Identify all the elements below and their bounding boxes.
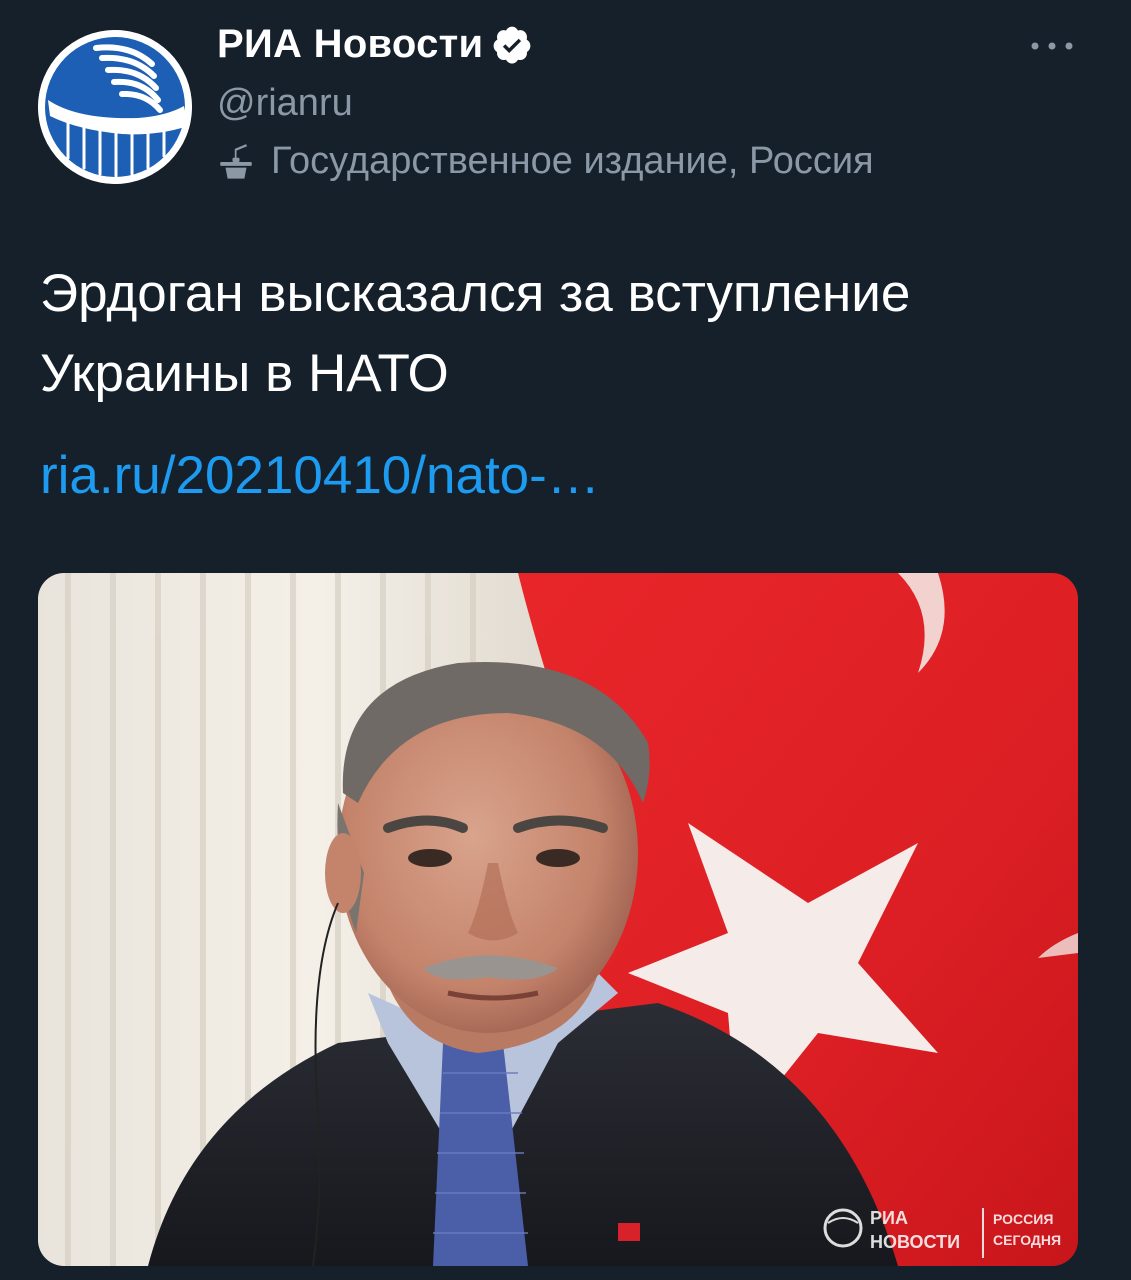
state-media-label-text: Государственное издание, Россия [271, 140, 874, 182]
more-options-icon[interactable] [1028, 36, 1076, 56]
tweet-text-line: Украины в НАТО [40, 344, 449, 403]
display-name-text: РИА Новости [217, 22, 484, 66]
tweet-text-line: Эрдоган высказался за вступление [40, 264, 911, 323]
verified-badge-icon [494, 26, 531, 64]
photo-erdogan-icon: РИА НОВОСТИ РОССИЯ СЕГОДНЯ [38, 573, 1078, 1266]
watermark-ria: РИА [870, 1208, 908, 1228]
tweet-text: Эрдоган высказался за вступление Украины… [40, 254, 1100, 414]
watermark-novosti: НОВОСТИ [870, 1232, 960, 1252]
ria-novosti-logo-icon [38, 30, 192, 184]
avatar[interactable] [38, 30, 192, 184]
watermark-segodnya: СЕГОДНЯ [993, 1232, 1061, 1248]
watermark-rossiya: РОССИЯ [993, 1211, 1053, 1227]
tweet[interactable]: РИА Новости @rianru Государственное изда… [0, 0, 1131, 1280]
podium-icon [220, 143, 252, 179]
state-media-label[interactable]: Государственное издание, Россия [215, 140, 874, 183]
display-name[interactable]: РИА Новости [217, 22, 533, 67]
tweet-link[interactable]: ria.ru/20210410/nato-… [40, 436, 600, 516]
tweet-media-image[interactable]: РИА НОВОСТИ РОССИЯ СЕГОДНЯ [38, 573, 1078, 1266]
handle[interactable]: @rianru [217, 82, 353, 125]
